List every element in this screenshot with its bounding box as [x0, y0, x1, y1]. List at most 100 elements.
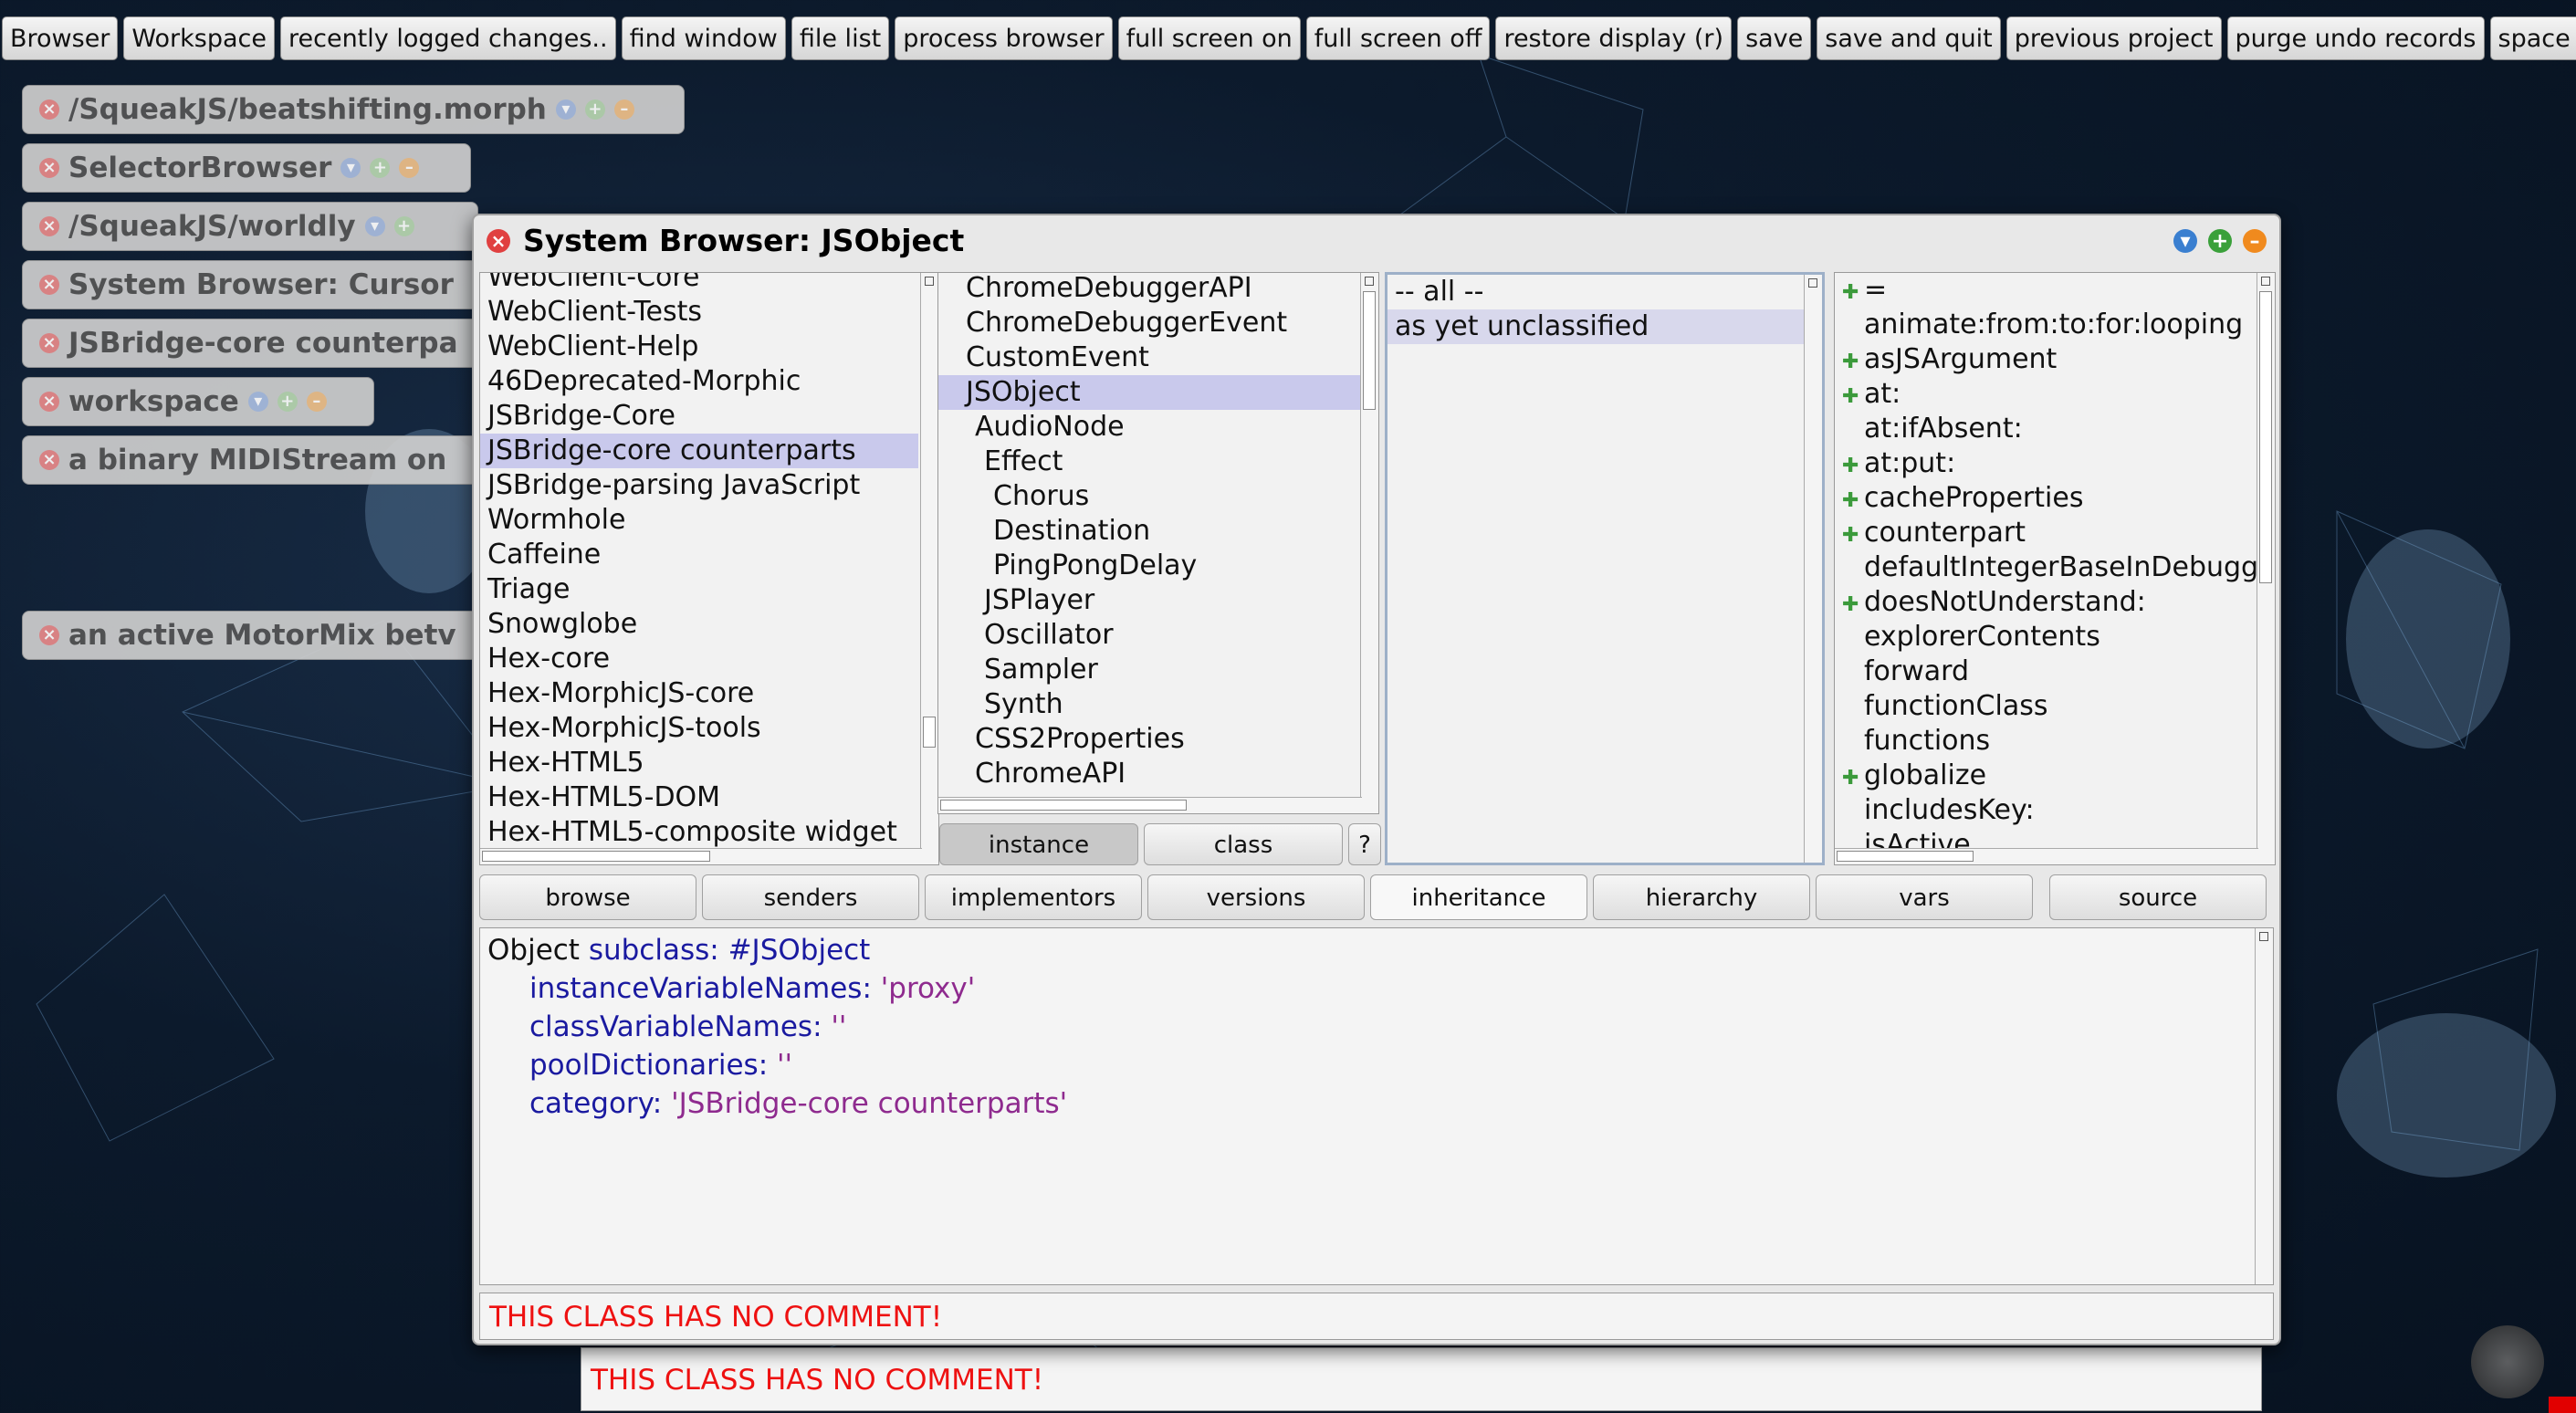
- inheritance-button[interactable]: inheritance: [1370, 874, 1587, 920]
- class-hscrollbar[interactable]: [938, 797, 1362, 813]
- list-item[interactable]: Oscillator: [938, 618, 1362, 653]
- help-button[interactable]: ?: [1348, 823, 1381, 865]
- list-item[interactable]: AudioNode: [938, 410, 1362, 445]
- collapsed-window[interactable]: × an active MotorMix betv: [22, 611, 478, 660]
- list-item[interactable]: functions: [1835, 724, 2257, 759]
- recent-changes-button[interactable]: recently logged changes..: [280, 16, 616, 60]
- scroll-up-icon[interactable]: [2261, 277, 2270, 286]
- list-item[interactable]: -- all --: [1387, 275, 1806, 309]
- selected-protocol[interactable]: as yet unclassified: [1387, 309, 1806, 344]
- file-list-button[interactable]: file list: [791, 16, 890, 60]
- source-button[interactable]: source: [2049, 874, 2267, 920]
- full-screen-off-button[interactable]: full screen off: [1305, 16, 1491, 60]
- save-and-quit-button[interactable]: save and quit: [1817, 16, 2001, 60]
- implementors-button[interactable]: implementors: [925, 874, 1142, 920]
- scroll-up-icon[interactable]: [1365, 277, 1374, 286]
- restore-display-button[interactable]: restore display (r): [1495, 16, 1733, 60]
- list-item[interactable]: Destination: [938, 514, 1362, 549]
- list-item[interactable]: Hex-HTML5-composite widget: [480, 815, 918, 850]
- instance-button[interactable]: instance: [939, 823, 1138, 865]
- category-scrollbar[interactable]: [920, 273, 938, 864]
- close-icon[interactable]: ×: [39, 625, 59, 645]
- scroll-up-icon[interactable]: [925, 277, 934, 286]
- scroll-thumb[interactable]: [1363, 291, 1376, 410]
- close-window-icon[interactable]: ×: [487, 229, 510, 253]
- protocol-scrollbar[interactable]: [1804, 275, 1822, 863]
- collapse-icon[interactable]: ▾: [555, 99, 576, 120]
- collapsed-window[interactable]: × workspace ▾ + –: [22, 377, 374, 426]
- list-item[interactable]: JSBridge-parsing JavaScript: [480, 468, 918, 503]
- list-item[interactable]: JSPlayer: [938, 583, 1362, 618]
- space-left-button[interactable]: space left: [2489, 16, 2576, 60]
- vars-button[interactable]: vars: [1816, 874, 2033, 920]
- list-item[interactable]: ✚ at:: [1835, 377, 2257, 412]
- list-item[interactable]: PingPongDelay: [938, 549, 1362, 583]
- scroll-up-icon[interactable]: [1808, 278, 1817, 288]
- menu-icon[interactable]: –: [306, 392, 327, 412]
- list-item[interactable]: ✚ globalize: [1835, 759, 2257, 793]
- gear-icon[interactable]: [2471, 1325, 2544, 1398]
- list-item[interactable]: at:ifAbsent:: [1835, 412, 2257, 446]
- class-button[interactable]: class: [1144, 823, 1343, 865]
- list-item[interactable]: ✚ cacheProperties: [1835, 481, 2257, 516]
- window-menu-icon[interactable]: –: [2243, 229, 2267, 253]
- expand-icon[interactable]: +: [277, 392, 298, 412]
- menu-icon[interactable]: –: [399, 158, 420, 178]
- collapse-icon[interactable]: ▾: [364, 216, 385, 236]
- list-item[interactable]: Triage: [480, 572, 918, 607]
- method-hscrollbar[interactable]: [1835, 848, 2258, 864]
- list-item[interactable]: WebClient-Tests: [480, 295, 918, 330]
- list-item[interactable]: Sampler: [938, 653, 1362, 687]
- list-item[interactable]: Hex-HTML5: [480, 746, 918, 780]
- selected-category[interactable]: JSBridge-core counterparts: [480, 434, 918, 468]
- scroll-thumb[interactable]: [1837, 851, 1974, 862]
- menu-icon[interactable]: –: [613, 99, 634, 120]
- method-scrollbar[interactable]: [2257, 273, 2275, 864]
- list-item[interactable]: Synth: [938, 687, 1362, 722]
- close-icon[interactable]: ×: [39, 333, 59, 353]
- list-item[interactable]: Hex-core: [480, 642, 918, 676]
- collapsed-window[interactable]: × System Browser: Cursor: [22, 260, 478, 309]
- list-item[interactable]: explorerContents: [1835, 620, 2257, 654]
- class-scrollbar[interactable]: [1360, 273, 1378, 813]
- process-browser-button[interactable]: process browser: [895, 16, 1113, 60]
- list-item[interactable]: Chorus: [938, 479, 1362, 514]
- list-item[interactable]: ✚ asJSArgument: [1835, 342, 2257, 377]
- list-item[interactable]: ✚ counterpart: [1835, 516, 2257, 550]
- save-button[interactable]: save: [1737, 16, 1812, 60]
- category-list[interactable]: WebClient-Core WebClient-Tests WebClient…: [479, 272, 939, 865]
- collapsed-window[interactable]: × JSBridge-core counterpa: [22, 319, 478, 368]
- list-item[interactable]: Hex-MorphicJS-tools: [480, 711, 918, 746]
- window-title-bar[interactable]: × System Browser: JSObject ▾ + –: [474, 215, 2279, 267]
- expand-icon[interactable]: +: [584, 99, 605, 120]
- list-item[interactable]: CSS2Properties: [938, 722, 1362, 757]
- close-icon[interactable]: ×: [39, 450, 59, 470]
- class-list[interactable]: ChromeDebuggerAPI ChromeDebuggerEvent Cu…: [937, 272, 1379, 814]
- scroll-thumb[interactable]: [940, 800, 1187, 811]
- list-item[interactable]: ChromeDebuggerAPI: [938, 273, 1362, 306]
- purge-undo-button[interactable]: purge undo records: [2226, 16, 2485, 60]
- senders-button[interactable]: senders: [702, 874, 919, 920]
- list-item[interactable]: includesKey:: [1835, 793, 2257, 828]
- class-comment-pane[interactable]: THIS CLASS HAS NO COMMENT!: [479, 1293, 2274, 1340]
- find-window-button[interactable]: find window: [621, 16, 786, 60]
- list-item[interactable]: Snowglobe: [480, 607, 918, 642]
- method-list[interactable]: ✚ = animate:from:to:for:looping ✚ asJSArgu…: [1834, 272, 2276, 865]
- collapse-icon[interactable]: ▾: [247, 392, 268, 412]
- list-item[interactable]: ✚ doesNotUnderstand:: [1835, 585, 2257, 620]
- list-item[interactable]: CustomEvent: [938, 340, 1362, 375]
- list-item[interactable]: ChromeDebuggerEvent: [938, 306, 1362, 340]
- list-item[interactable]: ChromeAPI: [938, 757, 1362, 791]
- collapsed-window[interactable]: × a binary MIDIStream on: [22, 435, 478, 485]
- hierarchy-button[interactable]: hierarchy: [1593, 874, 1810, 920]
- workspace-button[interactable]: Workspace: [123, 16, 275, 60]
- list-item[interactable]: forward: [1835, 654, 2257, 689]
- collapsed-window[interactable]: × SelectorBrowser ▾ + –: [22, 143, 471, 193]
- collapsed-window[interactable]: × /SqueakJS/worldly ▾ +: [22, 202, 478, 251]
- expand-icon[interactable]: +: [393, 216, 414, 236]
- versions-button[interactable]: versions: [1147, 874, 1365, 920]
- protocol-list[interactable]: -- all -- as yet unclassified: [1385, 272, 1825, 865]
- list-item[interactable]: WebClient-Core: [480, 273, 918, 295]
- collapse-window-icon[interactable]: ▾: [2173, 229, 2197, 253]
- previous-project-button[interactable]: previous project: [2005, 16, 2222, 60]
